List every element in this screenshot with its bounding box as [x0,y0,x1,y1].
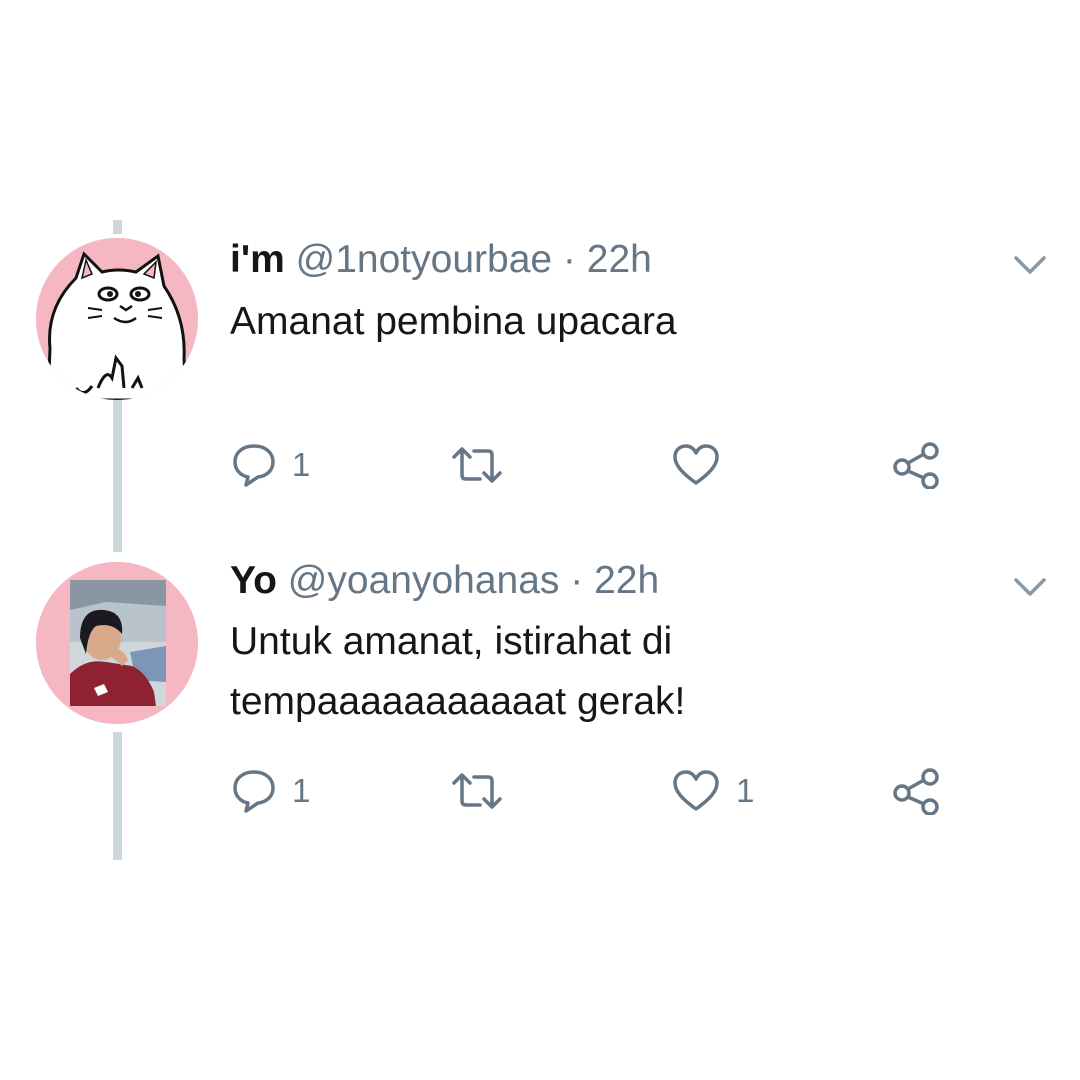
avatar[interactable] [36,562,198,724]
tweet-text-line: tempaaaaaaaaaaat gerak! [230,680,686,723]
like-icon [673,770,719,811]
timestamp[interactable]: 22h [594,559,659,602]
reply-icon [233,770,275,813]
display-name[interactable]: Yo [230,559,277,602]
retweet-button[interactable] [450,764,520,818]
share-button[interactable] [892,764,940,818]
tweet[interactable]: Yo @yoanyohanas · 22h Untuk amanat, isti… [0,0,1080,860]
like-button[interactable]: 1 [672,764,754,818]
person-photo-icon [36,562,198,724]
separator: · [570,559,584,602]
reply-count: 1 [292,772,311,809]
tweet-text-line: Untuk amanat, istirahat di [230,620,673,663]
retweet-icon [452,773,502,809]
tweet-header: Yo @yoanyohanas · 22h [230,557,659,605]
tweet-text: Untuk amanat, istirahat di tempaaaaaaaaa… [230,612,685,732]
reply-button[interactable]: 1 [232,764,310,818]
like-count: 1 [736,772,755,809]
share-icon [893,768,939,815]
chevron-down-icon[interactable] [1010,572,1050,602]
handle[interactable]: @yoanyohanas [288,559,560,602]
